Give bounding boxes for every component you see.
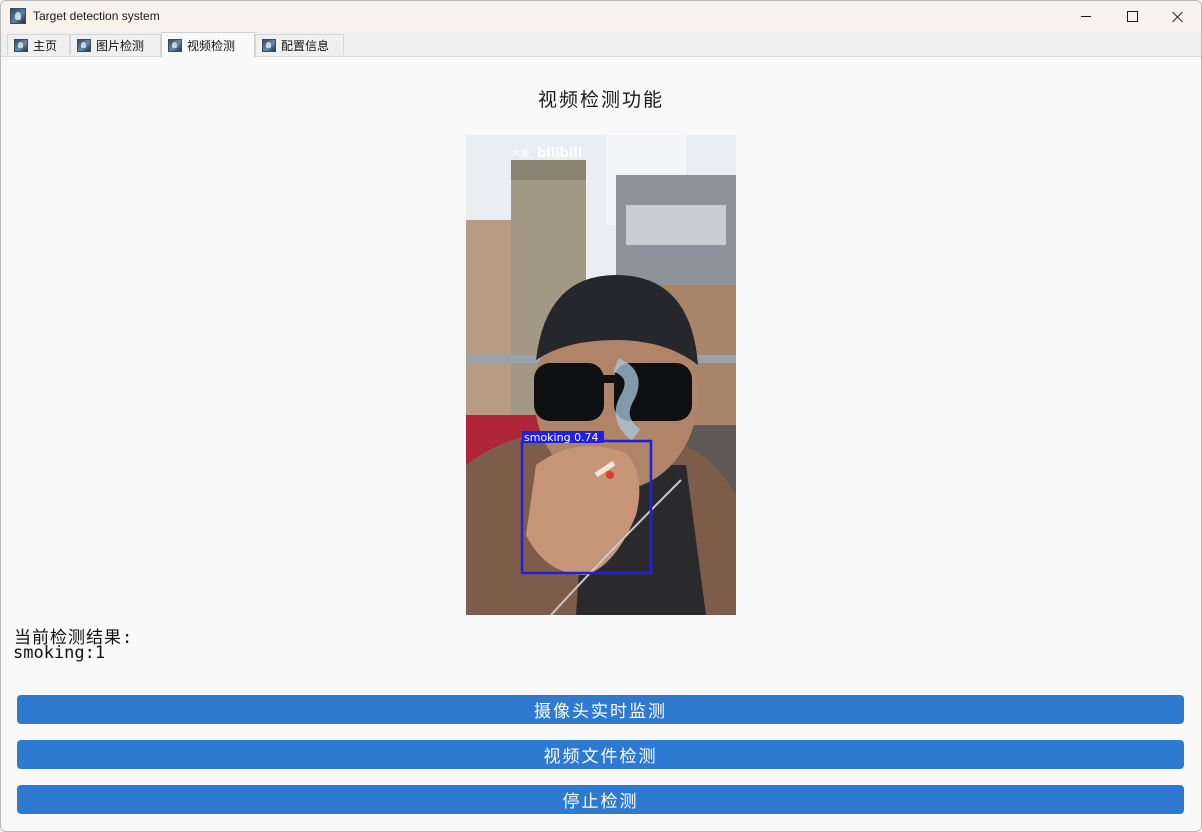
tab-label: 视频检测 xyxy=(187,38,236,53)
tab-image-detection[interactable]: 图片检测 xyxy=(70,34,161,55)
app-tab-icon xyxy=(77,38,91,52)
app-icon xyxy=(10,8,26,24)
tab-label: 主页 xyxy=(33,38,58,53)
tab-label: 图片检测 xyxy=(96,38,145,53)
tab-config-info[interactable]: 配置信息 xyxy=(255,34,344,55)
close-button[interactable] xyxy=(1155,1,1201,32)
title-bar[interactable]: Target detection system xyxy=(1,1,1201,32)
app-window: Target detection system 主页 图片检测 视频检测 配置信… xyxy=(0,0,1202,832)
watermark-brand: bilibili xyxy=(537,146,582,161)
tab-label: 配置信息 xyxy=(281,38,330,53)
minimize-icon xyxy=(1081,16,1091,17)
cigarette-tip xyxy=(606,471,614,479)
camera-monitor-button[interactable]: 摄像头实时监测 xyxy=(17,695,1184,724)
sunglasses-lens xyxy=(534,363,604,421)
window-title: Target detection system xyxy=(33,9,160,23)
close-icon xyxy=(1172,11,1184,23)
app-tab-icon xyxy=(14,38,28,52)
tab-home[interactable]: 主页 xyxy=(7,34,70,55)
video-file-detect-button[interactable]: 视频文件检测 xyxy=(17,740,1184,769)
detection-class: smoking xyxy=(524,431,571,444)
app-tab-icon xyxy=(262,38,276,52)
tab-video-detection[interactable]: 视频检测 xyxy=(161,32,255,57)
detection-confidence: 0.74 xyxy=(574,431,599,444)
detection-label: smoking 0.74 xyxy=(524,431,599,444)
page-title: 视频检测功能 xyxy=(537,89,664,111)
maximize-icon xyxy=(1126,11,1138,22)
pillar-top xyxy=(511,160,586,180)
minimize-button[interactable] xyxy=(1063,1,1109,32)
video-preview: 大使 bilibili smoking 0.74 xyxy=(466,135,736,615)
tab-bar: 主页 图片检测 视频检测 配置信息 xyxy=(1,32,1201,57)
stop-detection-button[interactable]: 停止检测 xyxy=(17,785,1184,814)
maximize-button[interactable] xyxy=(1109,1,1155,32)
building-window-band xyxy=(626,205,726,245)
building xyxy=(466,220,511,420)
sunglasses-bridge xyxy=(596,375,620,383)
video-frame-image: 大使 bilibili smoking 0.74 xyxy=(466,135,736,615)
result-value: smoking:1 xyxy=(13,643,106,663)
watermark-text: 大使 xyxy=(512,147,530,159)
app-tab-icon xyxy=(168,38,182,52)
